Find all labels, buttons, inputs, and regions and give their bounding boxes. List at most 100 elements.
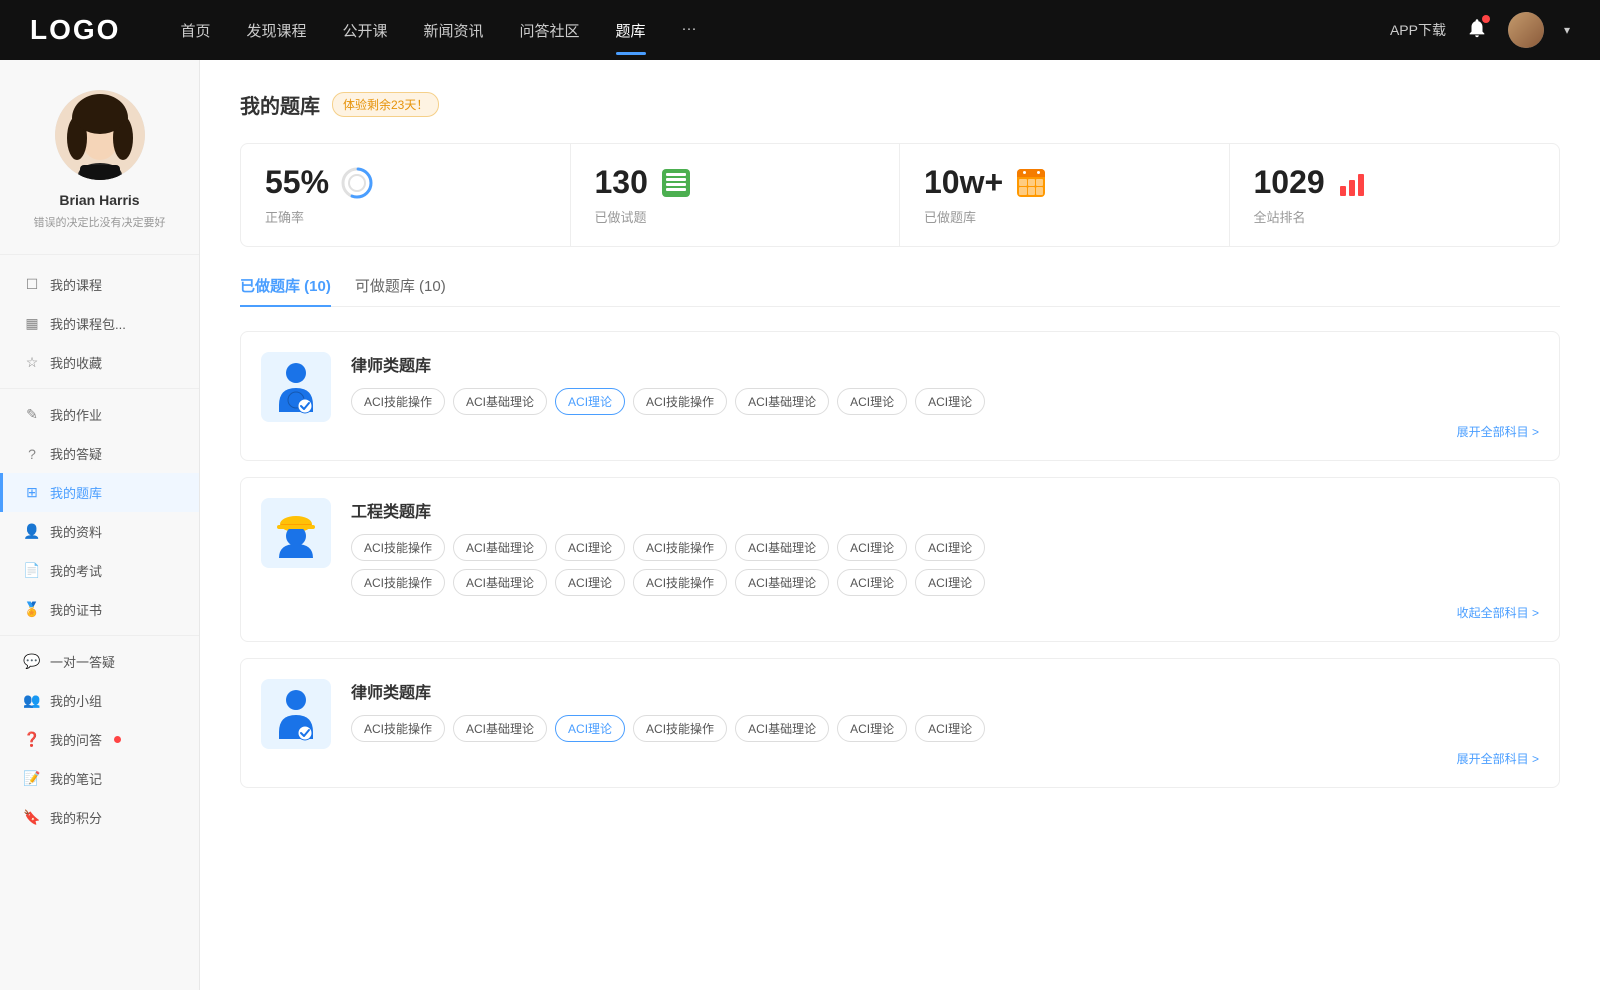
stat-accuracy-top: 55% bbox=[265, 164, 546, 201]
tag-2-6[interactable]: ACI理论 bbox=[837, 534, 907, 561]
tag-1-4[interactable]: ACI技能操作 bbox=[633, 388, 727, 415]
user-dropdown-arrow[interactable]: ▾ bbox=[1564, 23, 1570, 37]
tag-2-13[interactable]: ACI理论 bbox=[837, 569, 907, 596]
nav-question-bank[interactable]: 题库 bbox=[616, 16, 646, 45]
tag-3-2[interactable]: ACI基础理论 bbox=[453, 715, 547, 742]
stat-rank: 1029 全站排名 bbox=[1230, 144, 1560, 246]
tag-3-7[interactable]: ACI理论 bbox=[915, 715, 985, 742]
sidebar-item-homework[interactable]: ✎ 我的作业 bbox=[0, 395, 199, 434]
nav-open-course[interactable]: 公开课 bbox=[342, 16, 387, 45]
qa-icon: ❓ bbox=[24, 732, 40, 748]
qbank-tags-1: ACI技能操作 ACI基础理论 ACI理论 ACI技能操作 ACI基础理论 AC… bbox=[351, 388, 1539, 415]
qbank-icon-engineer bbox=[261, 498, 331, 568]
sidebar-item-my-courses[interactable]: ☐ 我的课程 bbox=[0, 265, 199, 304]
tag-2-11[interactable]: ACI技能操作 bbox=[633, 569, 727, 596]
stat-done-banks-top: 10w+ bbox=[924, 164, 1205, 201]
tag-2-4[interactable]: ACI技能操作 bbox=[633, 534, 727, 561]
sidebar-item-profile[interactable]: 👤 我的资料 bbox=[0, 512, 199, 551]
nav-home[interactable]: 首页 bbox=[180, 16, 210, 45]
tag-2-1[interactable]: ACI技能操作 bbox=[351, 534, 445, 561]
doc-icon: 📄 bbox=[24, 563, 40, 579]
sidebar-item-course-package[interactable]: ▦ 我的课程包... bbox=[0, 304, 199, 343]
qbank-content-3: 律师类题库 ACI技能操作 ACI基础理论 ACI理论 ACI技能操作 ACI基… bbox=[351, 679, 1539, 767]
question-icon: ? bbox=[24, 446, 40, 462]
notification-bell[interactable] bbox=[1466, 17, 1488, 44]
page-header: 我的题库 体验剩余23天！ bbox=[240, 90, 1560, 119]
tab-done[interactable]: 已做题库 (10) bbox=[240, 275, 331, 306]
unread-dot bbox=[114, 736, 121, 743]
sidebar-item-qa[interactable]: ? 我的答疑 bbox=[0, 434, 199, 473]
tag-3-1[interactable]: ACI技能操作 bbox=[351, 715, 445, 742]
tag-3-4[interactable]: ACI技能操作 bbox=[633, 715, 727, 742]
sidebar-label-questions: 我的问答 bbox=[50, 730, 102, 749]
sidebar-label-profile: 我的资料 bbox=[50, 522, 102, 541]
sidebar-item-favorites[interactable]: ☆ 我的收藏 bbox=[0, 343, 199, 382]
nav-courses[interactable]: 发现课程 bbox=[246, 16, 306, 45]
sidebar-motto: 错误的决定比没有决定要好 bbox=[34, 214, 166, 230]
tag-1-1[interactable]: ACI技能操作 bbox=[351, 388, 445, 415]
tag-2-2[interactable]: ACI基础理论 bbox=[453, 534, 547, 561]
sidebar-label-question-bank: 我的题库 bbox=[50, 483, 102, 502]
nav-news[interactable]: 新闻资讯 bbox=[424, 16, 484, 45]
sidebar-label-notes: 我的笔记 bbox=[50, 769, 102, 788]
tag-1-5[interactable]: ACI基础理论 bbox=[735, 388, 829, 415]
nav-more[interactable]: ··· bbox=[682, 16, 697, 45]
qbank-expand-1[interactable]: 展开全部科目 > bbox=[351, 423, 1539, 440]
qbank-content-2: 工程类题库 ACI技能操作 ACI基础理论 ACI理论 ACI技能操作 ACI基… bbox=[351, 498, 1539, 621]
tag-2-10[interactable]: ACI理论 bbox=[555, 569, 625, 596]
sidebar-label-qa: 我的答疑 bbox=[50, 444, 102, 463]
sidebar-item-group[interactable]: 👥 我的小组 bbox=[0, 681, 199, 720]
tag-2-14[interactable]: ACI理论 bbox=[915, 569, 985, 596]
sidebar-profile: Brian Harris 错误的决定比没有决定要好 bbox=[0, 90, 199, 255]
star-icon: ☆ bbox=[24, 355, 40, 371]
calendar-icon bbox=[1013, 165, 1049, 201]
tag-1-6[interactable]: ACI理论 bbox=[837, 388, 907, 415]
stat-done-banks: 10w+ bbox=[900, 144, 1230, 246]
qbank-content-1: 律师类题库 ACI技能操作 ACI基础理论 ACI理论 ACI技能操作 ACI基… bbox=[351, 352, 1539, 440]
qbank-tags-2-row2: ACI技能操作 ACI基础理论 ACI理论 ACI技能操作 ACI基础理论 AC… bbox=[351, 569, 1539, 596]
sidebar-item-points[interactable]: 🔖 我的积分 bbox=[0, 798, 199, 837]
qbank-title-3: 律师类题库 bbox=[351, 679, 1539, 703]
sidebar-label-course-package: 我的课程包... bbox=[50, 314, 126, 333]
bar-icon: ▦ bbox=[24, 316, 40, 332]
group-icon: 👥 bbox=[24, 693, 40, 709]
qbank-expand-3[interactable]: 展开全部科目 > bbox=[351, 750, 1539, 767]
sidebar-item-exam[interactable]: 📄 我的考试 bbox=[0, 551, 199, 590]
sidebar-item-tutoring[interactable]: 💬 一对一答疑 bbox=[0, 642, 199, 681]
sidebar-divider-2 bbox=[0, 635, 199, 636]
tag-2-12[interactable]: ACI基础理论 bbox=[735, 569, 829, 596]
user-avatar[interactable] bbox=[1508, 12, 1544, 48]
people-icon: 👤 bbox=[24, 524, 40, 540]
sidebar-item-certificate[interactable]: 🏅 我的证书 bbox=[0, 590, 199, 629]
main-content: 我的题库 体验剩余23天！ 55% 正确率 bbox=[200, 60, 1600, 990]
main-layout: Brian Harris 错误的决定比没有决定要好 ☐ 我的课程 ▦ 我的课程包… bbox=[0, 60, 1600, 990]
tag-2-7[interactable]: ACI理论 bbox=[915, 534, 985, 561]
tag-1-2[interactable]: ACI基础理论 bbox=[453, 388, 547, 415]
sidebar: Brian Harris 错误的决定比没有决定要好 ☐ 我的课程 ▦ 我的课程包… bbox=[0, 60, 200, 990]
tag-2-5[interactable]: ACI基础理论 bbox=[735, 534, 829, 561]
tag-2-8[interactable]: ACI技能操作 bbox=[351, 569, 445, 596]
page-title: 我的题库 bbox=[240, 90, 320, 119]
sidebar-item-questions[interactable]: ❓ 我的问答 bbox=[0, 720, 199, 759]
tab-available[interactable]: 可做题库 (10) bbox=[355, 275, 446, 306]
tag-3-6[interactable]: ACI理论 bbox=[837, 715, 907, 742]
medal-icon: 🔖 bbox=[24, 810, 40, 826]
tag-3-3[interactable]: ACI理论 bbox=[555, 715, 625, 742]
nav-qa[interactable]: 问答社区 bbox=[520, 16, 580, 45]
tag-1-3[interactable]: ACI理论 bbox=[555, 388, 625, 415]
sidebar-item-notes[interactable]: 📝 我的笔记 bbox=[0, 759, 199, 798]
tag-3-5[interactable]: ACI基础理论 bbox=[735, 715, 829, 742]
tag-2-9[interactable]: ACI基础理论 bbox=[453, 569, 547, 596]
app-download-link[interactable]: APP下载 bbox=[1390, 20, 1446, 40]
navbar: LOGO 首页 发现课程 公开课 新闻资讯 问答社区 题库 ··· APP下载 … bbox=[0, 0, 1600, 60]
qbank-collapse-2[interactable]: 收起全部科目 > bbox=[351, 604, 1539, 621]
sidebar-divider-1 bbox=[0, 388, 199, 389]
edit-icon: ✎ bbox=[24, 407, 40, 423]
qbank-title-2: 工程类题库 bbox=[351, 498, 1539, 522]
sidebar-item-question-bank[interactable]: ⊞ 我的题库 bbox=[0, 473, 199, 512]
qbank-icon-lawyer-1 bbox=[261, 352, 331, 422]
tag-1-7[interactable]: ACI理论 bbox=[915, 388, 985, 415]
cert-icon: 🏅 bbox=[24, 602, 40, 618]
tab-bar: 已做题库 (10) 可做题库 (10) bbox=[240, 275, 1560, 307]
tag-2-3[interactable]: ACI理论 bbox=[555, 534, 625, 561]
